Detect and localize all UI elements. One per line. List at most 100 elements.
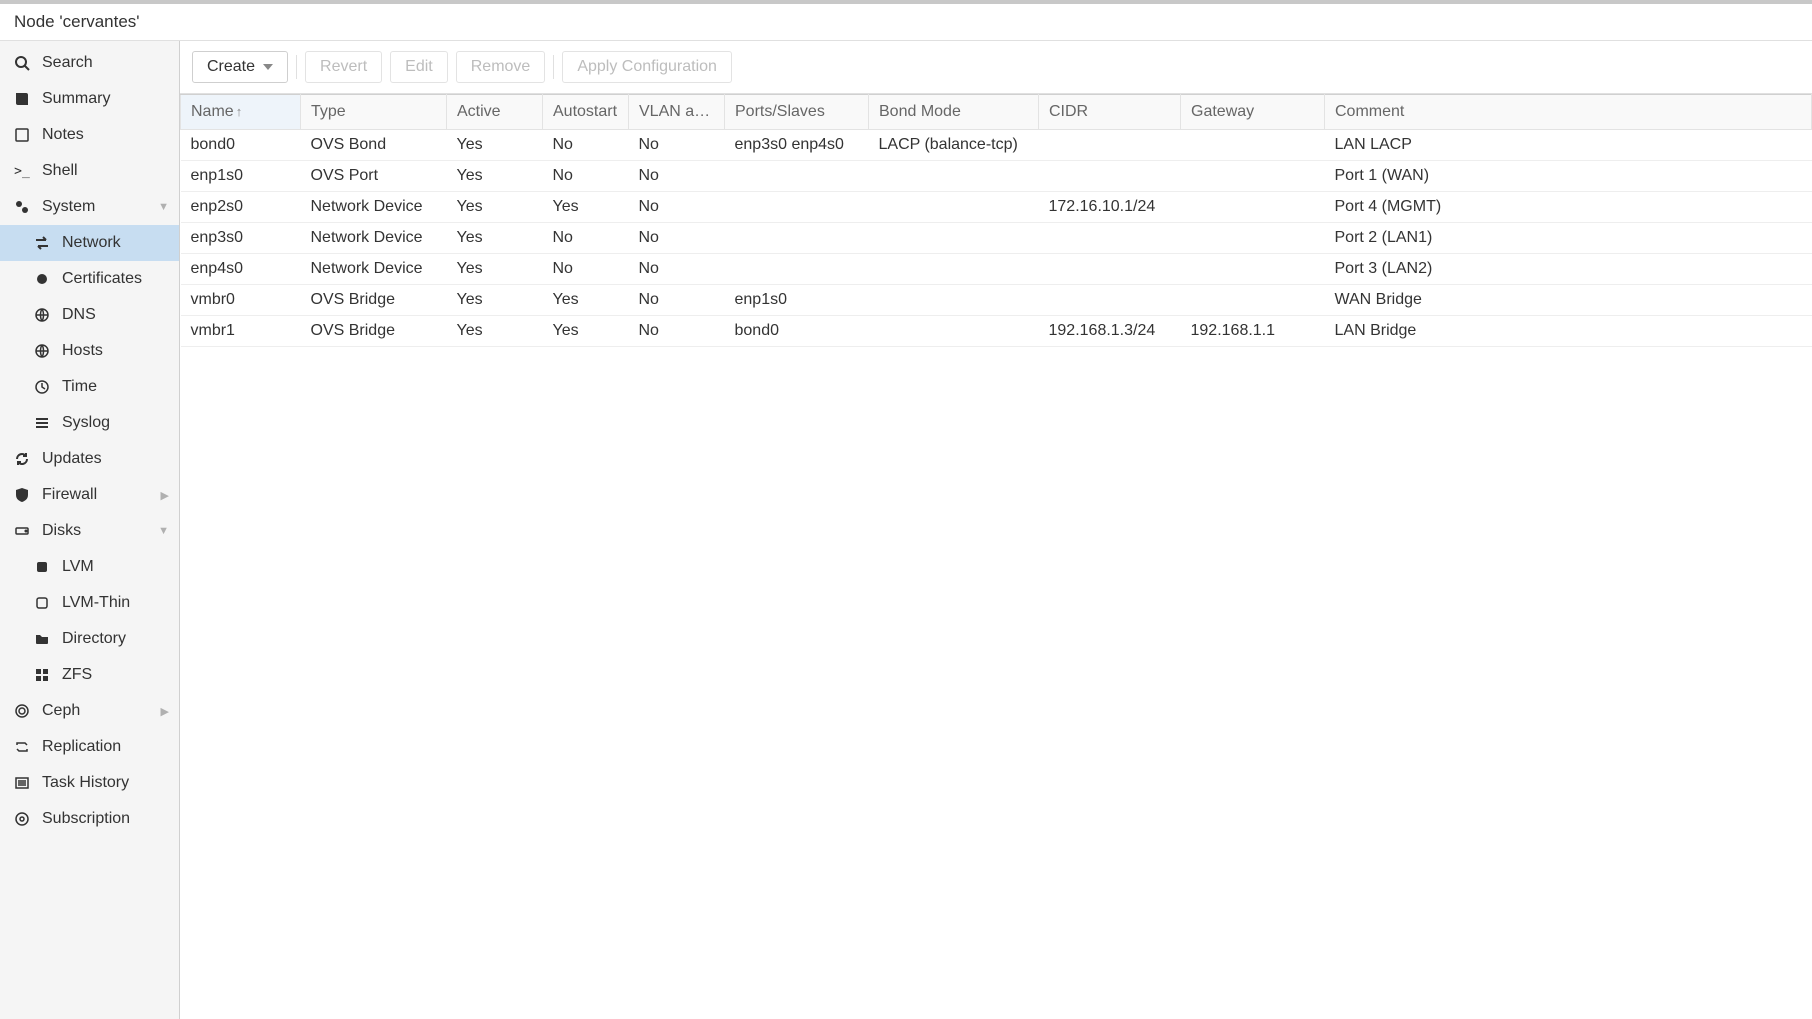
cell-gateway: [1181, 192, 1325, 223]
sidebar-item-lvm-thin[interactable]: LVM-Thin: [0, 585, 179, 621]
cell-ports: enp1s0: [725, 285, 869, 316]
cell-type: OVS Bond: [301, 130, 447, 161]
sidebar-item-notes[interactable]: Notes: [0, 117, 179, 153]
cell-vlan: No: [629, 316, 725, 347]
sidebar-item-label: Certificates: [62, 270, 142, 288]
col-header-bond[interactable]: Bond Mode: [869, 95, 1039, 130]
sidebar-item-label: LVM-Thin: [62, 594, 130, 612]
apply-configuration-button[interactable]: Apply Configuration: [562, 51, 732, 83]
table-row[interactable]: bond0OVS BondYesNoNoenp3s0 enp4s0LACP (b…: [181, 130, 1812, 161]
col-header-name[interactable]: Name↑: [181, 95, 301, 130]
support-icon: [12, 809, 32, 829]
cell-gateway: [1181, 254, 1325, 285]
table-row[interactable]: enp4s0Network DeviceYesNoNoPort 3 (LAN2): [181, 254, 1812, 285]
sidebar-item-updates[interactable]: Updates: [0, 441, 179, 477]
cell-active: Yes: [447, 316, 543, 347]
sidebar-item-directory[interactable]: Directory: [0, 621, 179, 657]
cell-autostart: No: [543, 161, 629, 192]
cell-active: Yes: [447, 192, 543, 223]
sidebar-item-certificates[interactable]: Certificates: [0, 261, 179, 297]
chevron-right-icon: ▶: [161, 489, 169, 502]
cell-ports: [725, 223, 869, 254]
col-header-autostart[interactable]: Autostart: [543, 95, 629, 130]
sidebar-item-label: System: [42, 198, 95, 216]
page-title: Node 'cervantes': [0, 0, 1812, 41]
sidebar-item-syslog[interactable]: Syslog: [0, 405, 179, 441]
sidebar-item-search[interactable]: Search: [0, 45, 179, 81]
cell-active: Yes: [447, 223, 543, 254]
table-row[interactable]: enp2s0Network DeviceYesYesNo172.16.10.1/…: [181, 192, 1812, 223]
col-header-ports[interactable]: Ports/Slaves: [725, 95, 869, 130]
col-header-cidr[interactable]: CIDR: [1039, 95, 1181, 130]
sidebar-item-replication[interactable]: Replication: [0, 729, 179, 765]
cell-active: Yes: [447, 130, 543, 161]
cell-name: enp3s0: [181, 223, 301, 254]
sidebar-item-firewall[interactable]: Firewall ▶: [0, 477, 179, 513]
cell-name: enp1s0: [181, 161, 301, 192]
book-icon: [12, 89, 32, 109]
sidebar-item-label: DNS: [62, 306, 96, 324]
sidebar-item-system[interactable]: System ▼: [0, 189, 179, 225]
col-header-comment[interactable]: Comment: [1325, 95, 1812, 130]
table-row[interactable]: vmbr0OVS BridgeYesYesNoenp1s0WAN Bridge: [181, 285, 1812, 316]
sidebar-item-network[interactable]: Network: [0, 225, 179, 261]
col-header-gateway[interactable]: Gateway: [1181, 95, 1325, 130]
sidebar-item-label: Hosts: [62, 342, 103, 360]
sidebar-item-ceph[interactable]: Ceph ▶: [0, 693, 179, 729]
cell-comment: Port 3 (LAN2): [1325, 254, 1812, 285]
certificate-icon: [32, 269, 52, 289]
cell-vlan: No: [629, 285, 725, 316]
sidebar-item-label: Disks: [42, 522, 81, 540]
chevron-down-icon: ▼: [158, 201, 169, 213]
globe-icon: [32, 305, 52, 325]
list-icon: [32, 413, 52, 433]
sidebar-item-summary[interactable]: Summary: [0, 81, 179, 117]
sidebar-item-label: Syslog: [62, 414, 110, 432]
cell-gateway: 192.168.1.1: [1181, 316, 1325, 347]
chevron-right-icon: ▶: [161, 705, 169, 718]
cell-bond: LACP (balance-tcp): [869, 130, 1039, 161]
square-outline-icon: [32, 593, 52, 613]
cell-vlan: No: [629, 192, 725, 223]
create-button[interactable]: Create: [192, 51, 288, 83]
cell-vlan: No: [629, 223, 725, 254]
sidebar-item-subscription[interactable]: Subscription: [0, 801, 179, 837]
cell-comment: LAN Bridge: [1325, 316, 1812, 347]
cell-comment: Port 2 (LAN1): [1325, 223, 1812, 254]
sidebar-item-disks[interactable]: Disks ▼: [0, 513, 179, 549]
cell-ports: [725, 192, 869, 223]
sidebar-item-label: LVM: [62, 558, 94, 576]
remove-button[interactable]: Remove: [456, 51, 546, 83]
table-row[interactable]: enp1s0OVS PortYesNoNoPort 1 (WAN): [181, 161, 1812, 192]
sidebar-item-label: ZFS: [62, 666, 92, 684]
table-row[interactable]: enp3s0Network DeviceYesNoNoPort 2 (LAN1): [181, 223, 1812, 254]
col-header-active[interactable]: Active: [447, 95, 543, 130]
cell-comment: LAN LACP: [1325, 130, 1812, 161]
sidebar-item-dns[interactable]: DNS: [0, 297, 179, 333]
sidebar-item-shell[interactable]: >_ Shell: [0, 153, 179, 189]
cell-name: enp2s0: [181, 192, 301, 223]
cell-ports: [725, 254, 869, 285]
cell-ports: enp3s0 enp4s0: [725, 130, 869, 161]
sidebar-item-hosts[interactable]: Hosts: [0, 333, 179, 369]
col-header-vlan[interactable]: VLAN a…: [629, 95, 725, 130]
cell-gateway: [1181, 161, 1325, 192]
sidebar-item-zfs[interactable]: ZFS: [0, 657, 179, 693]
cell-vlan: No: [629, 161, 725, 192]
col-header-type[interactable]: Type: [301, 95, 447, 130]
cell-type: Network Device: [301, 223, 447, 254]
sidebar-item-time[interactable]: Time: [0, 369, 179, 405]
revert-button[interactable]: Revert: [305, 51, 382, 83]
cell-comment: Port 4 (MGMT): [1325, 192, 1812, 223]
th-large-icon: [32, 665, 52, 685]
sidebar-item-lvm[interactable]: LVM: [0, 549, 179, 585]
sidebar-item-task-history[interactable]: Task History: [0, 765, 179, 801]
toolbar-separator: [296, 55, 297, 79]
edit-button[interactable]: Edit: [390, 51, 448, 83]
cell-cidr: 192.168.1.3/24: [1039, 316, 1181, 347]
hdd-icon: [12, 521, 32, 541]
table-row[interactable]: vmbr1OVS BridgeYesYesNobond0192.168.1.3/…: [181, 316, 1812, 347]
cell-name: bond0: [181, 130, 301, 161]
shield-icon: [12, 485, 32, 505]
cell-bond: [869, 192, 1039, 223]
